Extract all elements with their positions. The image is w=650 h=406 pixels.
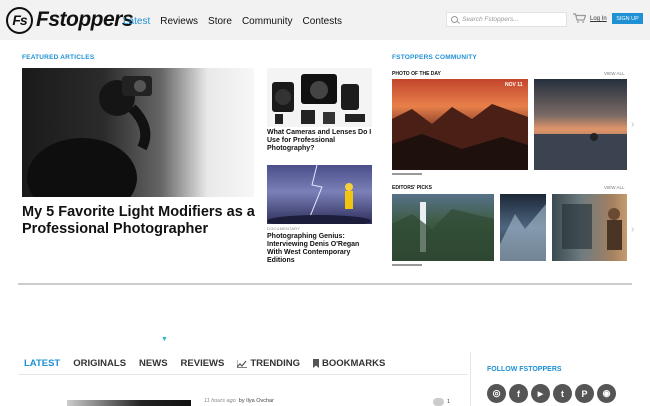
pinterest-icon[interactable]: P [575,384,594,403]
sidebar-divider [470,352,471,406]
tab-news-label: NEWS [139,358,168,369]
potd-image-1[interactable] [392,79,528,170]
potd-image-2[interactable] [534,79,627,170]
editors-next-chevron-icon[interactable]: › [631,224,634,235]
logo-text: Fstoppers [36,8,134,31]
ad-expand-chevron-icon[interactable]: ▼ [161,336,168,343]
feed-article-image[interactable] [67,400,191,406]
tab-reviews[interactable]: REVIEWS [181,358,225,369]
tab-trending-label: TRENDING [250,358,300,369]
editors-pick-image-2[interactable] [500,194,546,261]
featured-side2-title[interactable]: Photographing Genius: Interviewing Denis… [267,233,372,265]
feed-by: by [238,398,245,404]
tab-trending[interactable]: TRENDING [237,358,300,369]
editors-carousel-progress [392,264,422,266]
bookmark-icon [312,359,319,368]
nav-latest[interactable]: Latest [123,16,150,27]
nav-community[interactable]: Community [242,16,293,27]
feed-author[interactable]: Ilya Ovchar [246,398,274,404]
instagram-icon[interactable]: ◎ [487,384,506,403]
nav-contests[interactable]: Contests [303,16,342,27]
tab-originals-label: ORIGINALS [73,358,127,369]
main-nav: Latest Reviews Store Community Contests [123,16,342,27]
search-icon [451,16,458,23]
featured-articles-label: FEATURED ARTICLES [22,54,95,61]
search-input[interactable] [462,16,562,23]
section-divider [18,283,632,285]
cart-icon[interactable] [573,13,586,23]
potd-date-badge: NOV 11 [505,82,523,88]
photo-of-the-day-label: PHOTO OF THE DAY [392,71,441,77]
tabs-underline [18,374,468,375]
editors-picks-label: EDITORS' PICKS [392,185,432,191]
featured-side2-image[interactable] [267,165,372,224]
comment-count: 1 [447,399,451,405]
potd-view-all-link[interactable]: VIEW ALL [604,71,625,76]
featured-side1-image[interactable] [267,68,372,127]
tab-bookmarks-label: BOOKMARKS [321,358,386,369]
potd-next-chevron-icon[interactable]: › [631,119,634,130]
tab-latest[interactable]: LATEST [24,358,60,369]
tab-bookmarks[interactable]: BOOKMARKS [312,358,386,369]
featured-side2-category: DOCUMENTARY [267,226,301,231]
signup-button[interactable]: SIGN UP [612,13,643,24]
featured-main-image[interactable] [22,68,254,197]
site-header: Fs Fstoppers Latest Reviews Store Commun… [0,0,650,40]
social-links: ◎ f ▶ t P ◉ [487,384,616,403]
feed-time: 11 hours ago [204,398,236,404]
search-box[interactable] [446,12,567,27]
fstoppers-logo[interactable]: Fs Fstoppers [6,6,134,34]
article-tabs: LATEST ORIGINALS NEWS REVIEWS TRENDING B… [24,358,385,369]
logo-mark: Fs [6,6,33,34]
login-link[interactable]: Log In [590,16,607,22]
featured-side1-title[interactable]: What Cameras and Lenses Do I Use for Pro… [267,129,372,153]
follow-fstoppers-label: FOLLOW FSTOPPERS [487,366,562,373]
editors-view-all-link[interactable]: VIEW ALL [604,185,625,190]
comment-icon[interactable] [433,398,444,406]
youtube-icon[interactable]: ▶ [531,384,550,403]
tab-originals[interactable]: ORIGINALS [73,358,126,369]
trending-icon [237,359,248,368]
feed-article-meta: 11 hours ago by Ilya Ovchar [204,398,274,404]
twitter-icon[interactable]: t [553,384,572,403]
tab-latest-label: LATEST [24,358,61,369]
tab-news[interactable]: NEWS [139,358,168,369]
editors-pick-image-3[interactable] [552,194,627,261]
tab-reviews-label: REVIEWS [180,358,225,369]
community-label: FSTOPPERS COMMUNITY [392,54,477,61]
nav-store[interactable]: Store [208,16,232,27]
facebook-icon[interactable]: f [509,384,528,403]
potd-carousel-progress [392,173,422,175]
featured-main-title[interactable]: My 5 Favorite Light Modifiers as a Profe… [22,204,262,238]
rss-icon[interactable]: ◉ [597,384,616,403]
editors-pick-image-1[interactable] [392,194,494,261]
nav-reviews[interactable]: Reviews [160,16,198,27]
